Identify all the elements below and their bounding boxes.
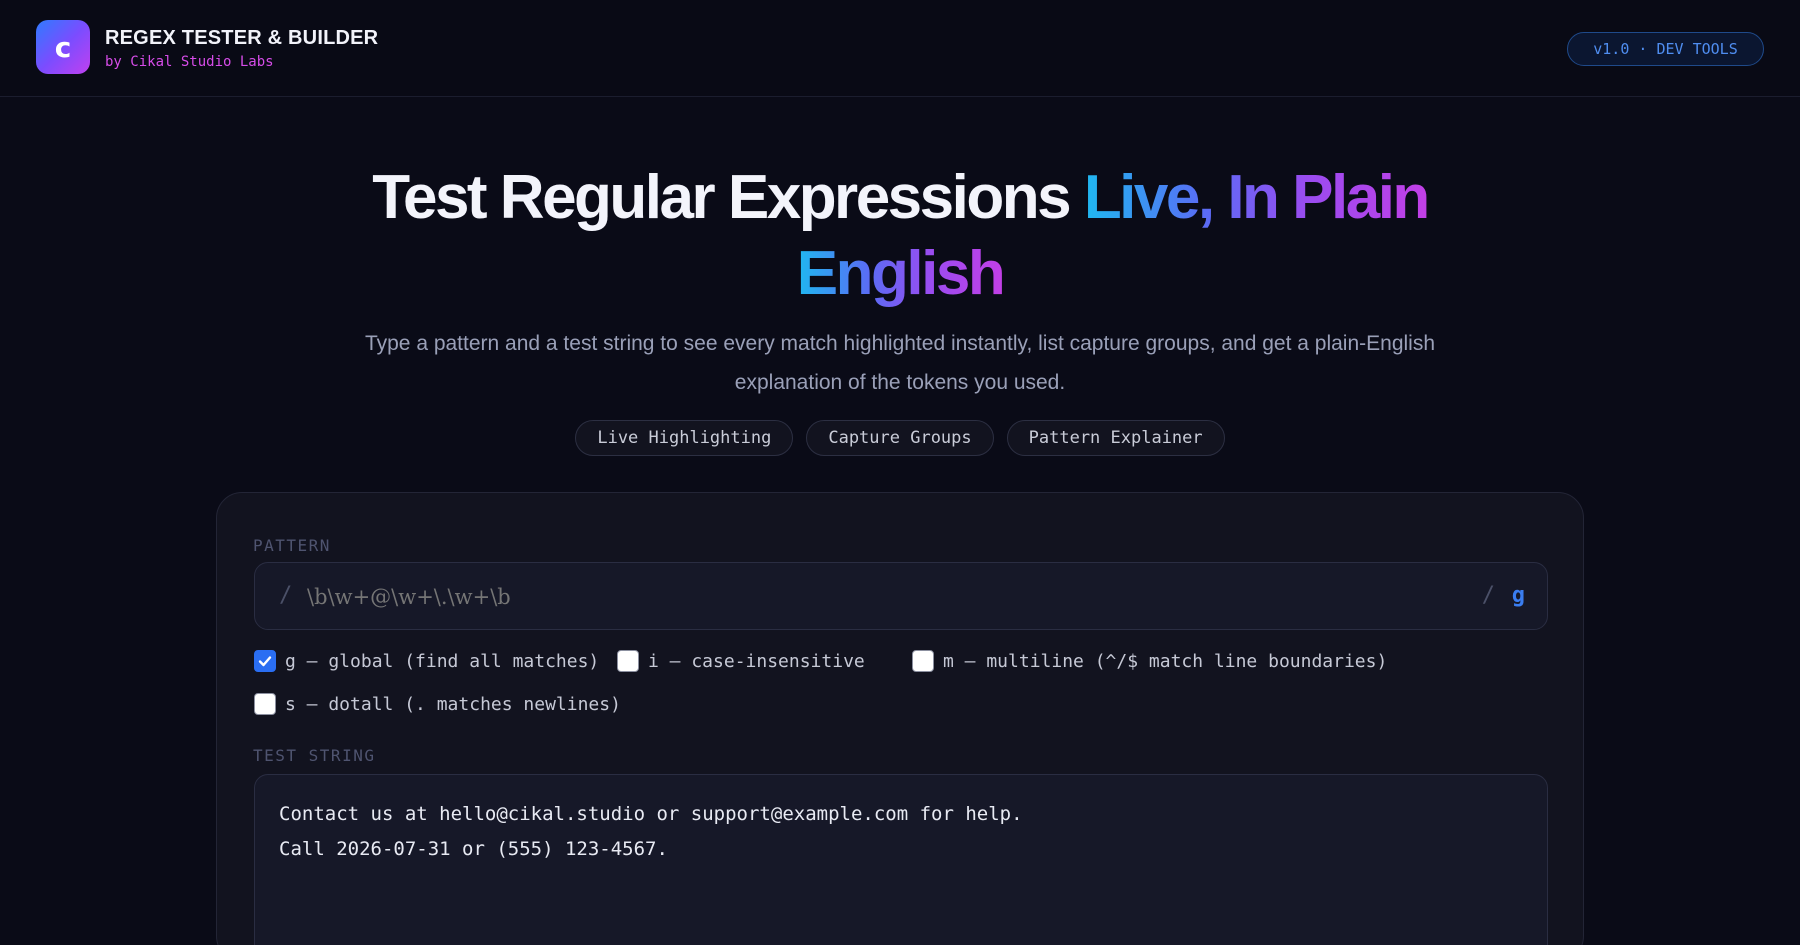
hero-title-plain: Test Regular Expressions <box>372 163 1084 232</box>
app-title: REGEX TESTER & BUILDER <box>105 27 379 49</box>
app-subtitle: by Cikal Studio Labs <box>105 54 274 70</box>
hero-description-line1: Type a pattern and a test string to see … <box>364 332 1436 355</box>
pattern-open-slash: / <box>279 583 293 608</box>
flag-multiline-label: m — multiline (^/$ match line boundaries… <box>943 650 1388 672</box>
pill-pattern-explainer: Pattern Explainer <box>1006 420 1225 456</box>
hero-title-highlight: Live, In Plain <box>1083 163 1431 232</box>
flag-dotall[interactable]: s — dotall (. matches newlines) <box>254 693 621 715</box>
pattern-field: / / g <box>254 562 1548 630</box>
hero-description: Type a pattern and a test string to see … <box>270 324 1530 402</box>
flag-case-insensitive[interactable]: i — case-insensitive <box>617 650 865 672</box>
hero-title-highlight-line2: English <box>796 239 1006 308</box>
test-string-line: Contact us at hello@cikal.studio or supp… <box>279 803 1023 825</box>
flag-global-label: g — global (find all matches) <box>285 650 600 672</box>
flag-global-checkbox[interactable] <box>254 650 276 672</box>
hero-description-line2: explanation of the tokens you used. <box>734 371 1066 394</box>
flag-dotall-label: s — dotall (. matches newlines) <box>285 693 621 715</box>
pill-capture-groups: Capture Groups <box>806 420 994 456</box>
pattern-label: PATTERN <box>253 536 331 555</box>
hero-title: Test Regular Expressions Live, In Plain … <box>200 160 1600 312</box>
flag-multiline[interactable]: m — multiline (^/$ match line boundaries… <box>912 650 1387 672</box>
pill-live-highlighting: Live Highlighting <box>575 420 794 456</box>
flag-case-insensitive-checkbox[interactable] <box>617 650 639 672</box>
feature-pills: Live Highlighting Capture Groups Pattern… <box>0 420 1800 456</box>
flag-global[interactable]: g — global (find all matches) <box>254 650 599 672</box>
test-string-line: Call 2026-07-31 or (555) 123-4567. <box>279 838 668 860</box>
flag-dotall-checkbox[interactable] <box>254 693 276 715</box>
pattern-input[interactable] <box>307 579 1407 615</box>
version-badge: v1.0 · DEV TOOLS <box>1567 32 1764 66</box>
active-flags: g <box>1511 583 1525 608</box>
checkmark-icon <box>258 656 272 667</box>
pattern-close-slash: / <box>1481 583 1495 608</box>
top-bar: c REGEX TESTER & BUILDER by Cikal Studio… <box>0 0 1800 97</box>
flag-case-insensitive-label: i — case-insensitive <box>648 650 865 672</box>
test-string-label: TEST STRING <box>253 746 376 765</box>
flag-multiline-checkbox[interactable] <box>912 650 934 672</box>
test-string-input[interactable]: Contact us at hello@cikal.studio or supp… <box>254 774 1548 945</box>
tester-panel: PATTERN / / g g — global (find all match… <box>216 492 1584 945</box>
logo-icon[interactable]: c <box>36 20 90 74</box>
